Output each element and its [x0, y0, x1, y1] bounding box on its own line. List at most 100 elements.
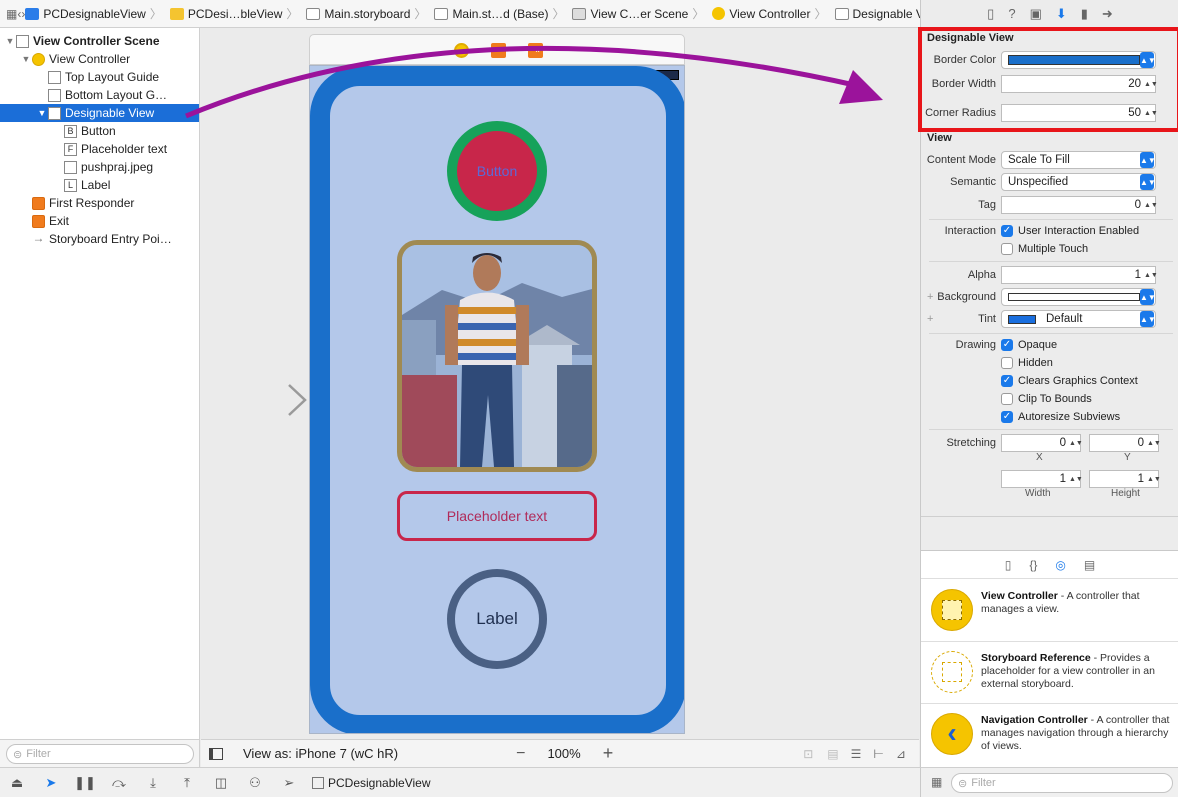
semantic-popup[interactable]: Unspecified ▲▼: [1001, 173, 1156, 191]
pin-icon[interactable]: ⊢: [873, 747, 883, 761]
toggle-outline-icon[interactable]: [209, 747, 223, 760]
outline-item-storyboard-entry-poi[interactable]: → Storyboard Entry Poi…: [0, 230, 199, 248]
add-variation-icon[interactable]: +: [927, 291, 933, 303]
resolve-icon[interactable]: ⊿: [896, 747, 906, 761]
grid-view-icon[interactable]: ▦: [931, 775, 942, 789]
disclosure-triangle-icon[interactable]: ▼: [4, 36, 16, 46]
stepper-icon[interactable]: ▲▼: [1147, 435, 1161, 451]
border-color-well[interactable]: ▲▼: [1001, 51, 1156, 69]
view-as-device[interactable]: View as: iPhone 7 (wC hR): [243, 746, 398, 761]
grid-icon[interactable]: ▦: [6, 7, 17, 21]
breadcrumb-project[interactable]: PCDesignableView 〉: [25, 5, 166, 22]
step-into-icon[interactable]: ⤓: [136, 775, 170, 791]
entry-arrow-icon: →: [32, 230, 45, 245]
breadcrumb-storyboard[interactable]: Main.storyboard 〉: [306, 5, 430, 22]
placeholder-text-field[interactable]: Placeholder text: [397, 491, 597, 541]
stretch-width-field[interactable]: 1 ▲▼: [1001, 470, 1083, 488]
view-debugger-icon[interactable]: ◫: [204, 775, 238, 791]
hide-debug-icon[interactable]: ⏏: [0, 775, 34, 791]
help-icon[interactable]: ?: [1008, 6, 1015, 21]
outline-item-exit[interactable]: Exit: [0, 212, 199, 230]
object-library-icon[interactable]: ◎: [1055, 558, 1065, 572]
tint-row: + Tint Default ▲▼: [921, 309, 1178, 329]
memory-graph-icon[interactable]: ⚇: [238, 775, 272, 791]
outline-item-pushpraj-jpeg[interactable]: pushpraj.jpeg: [0, 158, 199, 176]
library-filter-field[interactable]: ⊜ Filter: [951, 773, 1173, 793]
entry-point-arrow[interactable]: [207, 383, 311, 417]
autoresize-checkbox[interactable]: ✓: [1001, 411, 1013, 423]
step-out-icon[interactable]: ⤒: [170, 775, 204, 791]
outline-item-placeholder-text[interactable]: F Placeholder text: [0, 140, 199, 158]
border-width-field[interactable]: 20 ▲▼: [1001, 75, 1158, 93]
stepper-icon[interactable]: ▲▼: [1144, 197, 1158, 213]
identity-icon[interactable]: ▣: [1030, 6, 1042, 22]
media-library-icon[interactable]: ▤: [1084, 558, 1095, 572]
stepper-icon[interactable]: ▲▼: [1069, 435, 1083, 451]
stretch-x-field[interactable]: 0 ▲▼: [1001, 434, 1083, 452]
library-item-navigation-controller[interactable]: ‹ Navigation Controller - A controller t…: [921, 704, 1178, 770]
corner-radius-field[interactable]: 50 ▲▼: [1001, 104, 1158, 122]
file-inspector-icon[interactable]: ▯: [987, 6, 994, 22]
outline-item-first-responder[interactable]: First Responder: [0, 194, 199, 212]
library-item-storyboard-reference[interactable]: Storyboard Reference - Provides a placeh…: [921, 642, 1178, 704]
embed-stack-icon[interactable]: ▤: [827, 747, 838, 761]
photo-image-view[interactable]: [397, 240, 597, 472]
user-interaction-checkbox[interactable]: ✓: [1001, 225, 1013, 237]
breadcrumb-scene[interactable]: View C…er Scene 〉: [572, 5, 708, 22]
attributes-inspector-icon[interactable]: ⬇: [1056, 6, 1067, 22]
breadcrumb-folder[interactable]: PCDesi…bleView 〉: [169, 5, 303, 22]
multiple-touch-checkbox[interactable]: [1001, 243, 1013, 255]
zoom-in-icon[interactable]: +: [603, 743, 614, 764]
location-icon[interactable]: ➢: [272, 775, 306, 791]
code-snippet-icon[interactable]: {}: [1029, 558, 1037, 572]
outline-item-top-layout-guide[interactable]: Top Layout Guide: [0, 68, 199, 86]
clip-bounds-checkbox[interactable]: [1001, 393, 1013, 405]
object-icon: [32, 214, 45, 228]
outline-item-bottom-layout-g[interactable]: Bottom Layout G…: [0, 86, 199, 104]
outline-item-button[interactable]: B Button: [0, 122, 199, 140]
stepper-icon[interactable]: ▲▼: [1144, 105, 1158, 121]
tag-field[interactable]: 0 ▲▼: [1001, 196, 1158, 214]
outline-item-label[interactable]: L Label: [0, 176, 199, 194]
stepper-icon[interactable]: ▲▼: [1069, 471, 1083, 487]
content-mode-popup[interactable]: Scale To Fill ▲▼: [1001, 151, 1156, 169]
multiple-touch-row: Multiple Touch: [921, 239, 1178, 259]
stepper-icon[interactable]: ▲▼: [1144, 267, 1158, 283]
breadcrumb-designable-view[interactable]: Designable View: [834, 7, 920, 21]
pause-icon[interactable]: ❚❚: [68, 775, 102, 791]
clears-context-checkbox[interactable]: ✓: [1001, 375, 1013, 387]
connections-icon[interactable]: ➜: [1102, 6, 1113, 22]
breakpoints-icon[interactable]: ➤: [34, 775, 68, 791]
align-icon[interactable]: ☰: [851, 747, 862, 761]
disclosure-triangle-icon[interactable]: ▼: [36, 108, 48, 118]
stretch-height-field[interactable]: 1 ▲▼: [1089, 470, 1161, 488]
size-inspector-icon[interactable]: ▮: [1081, 6, 1088, 22]
add-variation-icon[interactable]: +: [927, 313, 933, 325]
opaque-checkbox[interactable]: ✓: [1001, 339, 1013, 351]
update-frames-icon[interactable]: ⊡: [803, 747, 813, 761]
library-item-view-controller[interactable]: View Controller - A controller that mana…: [921, 580, 1178, 642]
breadcrumb-view-controller[interactable]: View Controller 〉: [712, 5, 830, 22]
background-color-well[interactable]: ▲▼: [1001, 288, 1156, 306]
round-label[interactable]: Label: [447, 569, 547, 669]
hidden-checkbox[interactable]: [1001, 357, 1013, 369]
outline-filter-field[interactable]: ⊜ Filter: [6, 744, 194, 764]
step-over-icon[interactable]: ⤼: [102, 775, 136, 791]
scheme-name[interactable]: PCDesignableView: [328, 776, 431, 790]
file-template-icon[interactable]: ▯: [1005, 558, 1012, 572]
outline-item-designable-view[interactable]: ▼ Designable View: [0, 104, 199, 122]
tint-popup[interactable]: Default ▲▼: [1001, 310, 1156, 328]
outline-item-view-controller-scene[interactable]: ▼ View Controller Scene: [0, 32, 199, 50]
stepper-icon[interactable]: ▲▼: [1147, 471, 1161, 487]
stretch-y-field[interactable]: 0 ▲▼: [1089, 434, 1161, 452]
zoom-out-icon[interactable]: −: [516, 745, 525, 763]
alpha-field[interactable]: 1 ▲▼: [1001, 266, 1158, 284]
popup-chevron-icon: ▲▼: [1140, 174, 1156, 190]
breadcrumb-storyboard-base[interactable]: Main.st…d (Base) 〉: [434, 5, 568, 22]
storyboard-canvas[interactable]: ⇥ Button Placeholder text Label: [185, 28, 919, 739]
outline-item-view-controller[interactable]: ▼ View Controller: [0, 50, 199, 68]
disclosure-triangle-icon[interactable]: ▼: [20, 54, 32, 64]
stepper-icon[interactable]: ▲▼: [1144, 76, 1158, 92]
popup-chevron-icon: ▲▼: [1140, 289, 1156, 305]
stretch-width-label: Width: [1025, 488, 1051, 499]
